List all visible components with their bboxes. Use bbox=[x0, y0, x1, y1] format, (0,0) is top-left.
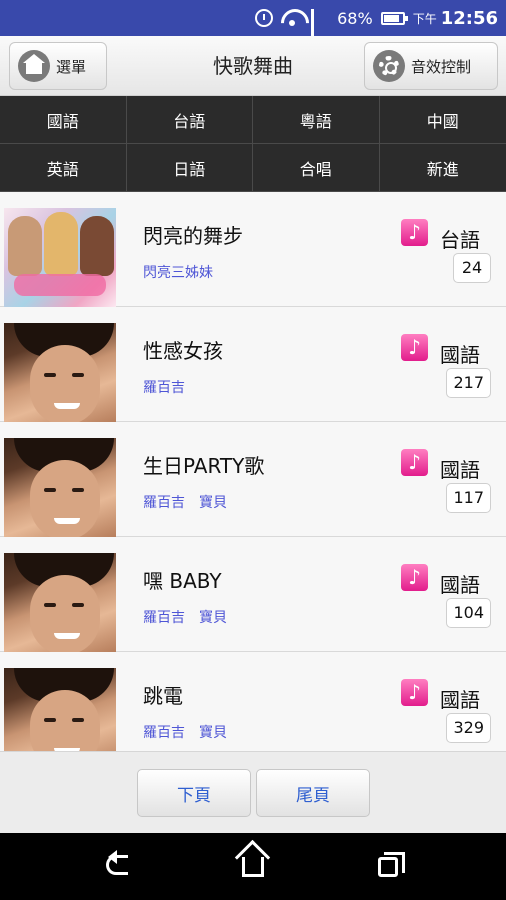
page-title: 快歌舞曲 bbox=[213, 54, 293, 78]
song-row[interactable]: 嘿 BABY 羅百吉 寶貝 ♪ 國語 104 bbox=[0, 537, 506, 652]
song-number: 117 bbox=[446, 483, 491, 513]
song-number: 329 bbox=[446, 713, 491, 743]
time-ampm: 下午 bbox=[412, 11, 437, 26]
artist-link[interactable]: 寶貝 bbox=[199, 607, 227, 627]
artist-link[interactable]: 閃亮三姊妹 bbox=[143, 262, 213, 282]
music-note-icon[interactable]: ♪ bbox=[401, 449, 428, 476]
song-title: 閃亮的舞步 bbox=[143, 224, 243, 248]
music-note-icon[interactable]: ♪ bbox=[401, 219, 428, 246]
artist-link[interactable]: 寶貝 bbox=[199, 492, 227, 512]
artist-link[interactable]: 寶貝 bbox=[199, 722, 227, 742]
song-row[interactable]: 閃亮的舞步 閃亮三姊妹 ♪ 台語 24 bbox=[0, 192, 506, 307]
album-thumbnail bbox=[4, 668, 116, 751]
menu-button-label: 選單 bbox=[56, 57, 87, 76]
artist-list: 羅百吉 寶貝 bbox=[143, 607, 227, 627]
song-title: 跳電 bbox=[143, 684, 183, 708]
music-note-icon[interactable]: ♪ bbox=[401, 564, 428, 591]
sound-effects-label: 音效控制 bbox=[411, 57, 472, 76]
song-language: 國語 bbox=[440, 458, 480, 482]
menu-button[interactable]: 選單 bbox=[9, 42, 107, 90]
status-bar: 68% 下午 12:56 bbox=[0, 0, 506, 53]
category-grid: 國語 台語 粵語 中國 英語 日語 合唱 新進 bbox=[0, 96, 506, 192]
album-thumbnail bbox=[4, 438, 116, 537]
artist-list: 羅百吉 寶貝 bbox=[143, 722, 227, 742]
category-china[interactable]: 中國 bbox=[379, 96, 506, 144]
category-mandarin[interactable]: 國語 bbox=[0, 96, 127, 144]
song-list: 閃亮的舞步 閃亮三姊妹 ♪ 台語 24 性感女孩 羅百吉 ♪ 國語 217 生日… bbox=[0, 192, 506, 751]
song-title: 性感女孩 bbox=[143, 339, 223, 363]
song-language: 國語 bbox=[440, 343, 480, 367]
app-header: 選單 快歌舞曲 音效控制 bbox=[0, 36, 506, 96]
back-icon[interactable] bbox=[106, 850, 128, 875]
category-english[interactable]: 英語 bbox=[0, 144, 127, 192]
recent-apps-icon[interactable] bbox=[378, 852, 405, 877]
sound-effects-button[interactable]: 音效控制 bbox=[364, 42, 498, 90]
album-thumbnail bbox=[4, 323, 116, 422]
song-number: 104 bbox=[446, 598, 491, 628]
category-japanese[interactable]: 日語 bbox=[126, 144, 253, 192]
music-note-icon[interactable]: ♪ bbox=[401, 334, 428, 361]
artist-list: 羅百吉 寶貝 bbox=[143, 492, 227, 512]
music-note-icon[interactable]: ♪ bbox=[401, 679, 428, 706]
system-nav-bar bbox=[0, 833, 506, 900]
clock: 12:56 bbox=[440, 7, 498, 29]
category-taiwanese[interactable]: 台語 bbox=[126, 96, 253, 144]
last-page-button[interactable]: 尾頁 bbox=[256, 769, 370, 817]
artist-link[interactable]: 羅百吉 bbox=[143, 722, 185, 742]
pager-bar: 下頁 尾頁 bbox=[0, 751, 506, 833]
song-language: 國語 bbox=[440, 573, 480, 597]
song-number: 24 bbox=[453, 253, 491, 283]
song-title: 嘿 BABY bbox=[143, 569, 222, 593]
wifi-icon bbox=[281, 9, 303, 27]
signal-icon bbox=[311, 9, 329, 53]
category-duet[interactable]: 合唱 bbox=[253, 144, 380, 192]
song-row[interactable]: 性感女孩 羅百吉 ♪ 國語 217 bbox=[0, 307, 506, 422]
song-row[interactable]: 生日PARTY歌 羅百吉 寶貝 ♪ 國語 117 bbox=[0, 422, 506, 537]
home-icon bbox=[18, 50, 50, 82]
battery-icon bbox=[380, 11, 408, 25]
album-thumbnail bbox=[4, 553, 116, 652]
status-icons: 68% 下午 12:56 bbox=[255, 6, 498, 53]
category-new[interactable]: 新進 bbox=[379, 144, 506, 192]
song-language: 國語 bbox=[440, 688, 480, 712]
next-page-button[interactable]: 下頁 bbox=[137, 769, 251, 817]
song-title: 生日PARTY歌 bbox=[143, 454, 265, 478]
artist-link[interactable]: 羅百吉 bbox=[143, 607, 185, 627]
gear-icon bbox=[373, 50, 405, 82]
song-number: 217 bbox=[446, 368, 491, 398]
category-cantonese[interactable]: 粵語 bbox=[253, 96, 380, 144]
home-nav-icon[interactable] bbox=[242, 857, 264, 877]
song-language: 台語 bbox=[440, 228, 480, 252]
artist-list: 閃亮三姊妹 bbox=[143, 262, 213, 282]
album-thumbnail bbox=[4, 208, 116, 307]
battery-percent: 68% bbox=[337, 8, 373, 28]
alarm-icon bbox=[255, 9, 274, 27]
song-row[interactable]: 跳電 羅百吉 寶貝 ♪ 國語 329 bbox=[0, 652, 506, 751]
artist-list: 羅百吉 bbox=[143, 377, 185, 397]
artist-link[interactable]: 羅百吉 bbox=[143, 377, 185, 397]
artist-link[interactable]: 羅百吉 bbox=[143, 492, 185, 512]
